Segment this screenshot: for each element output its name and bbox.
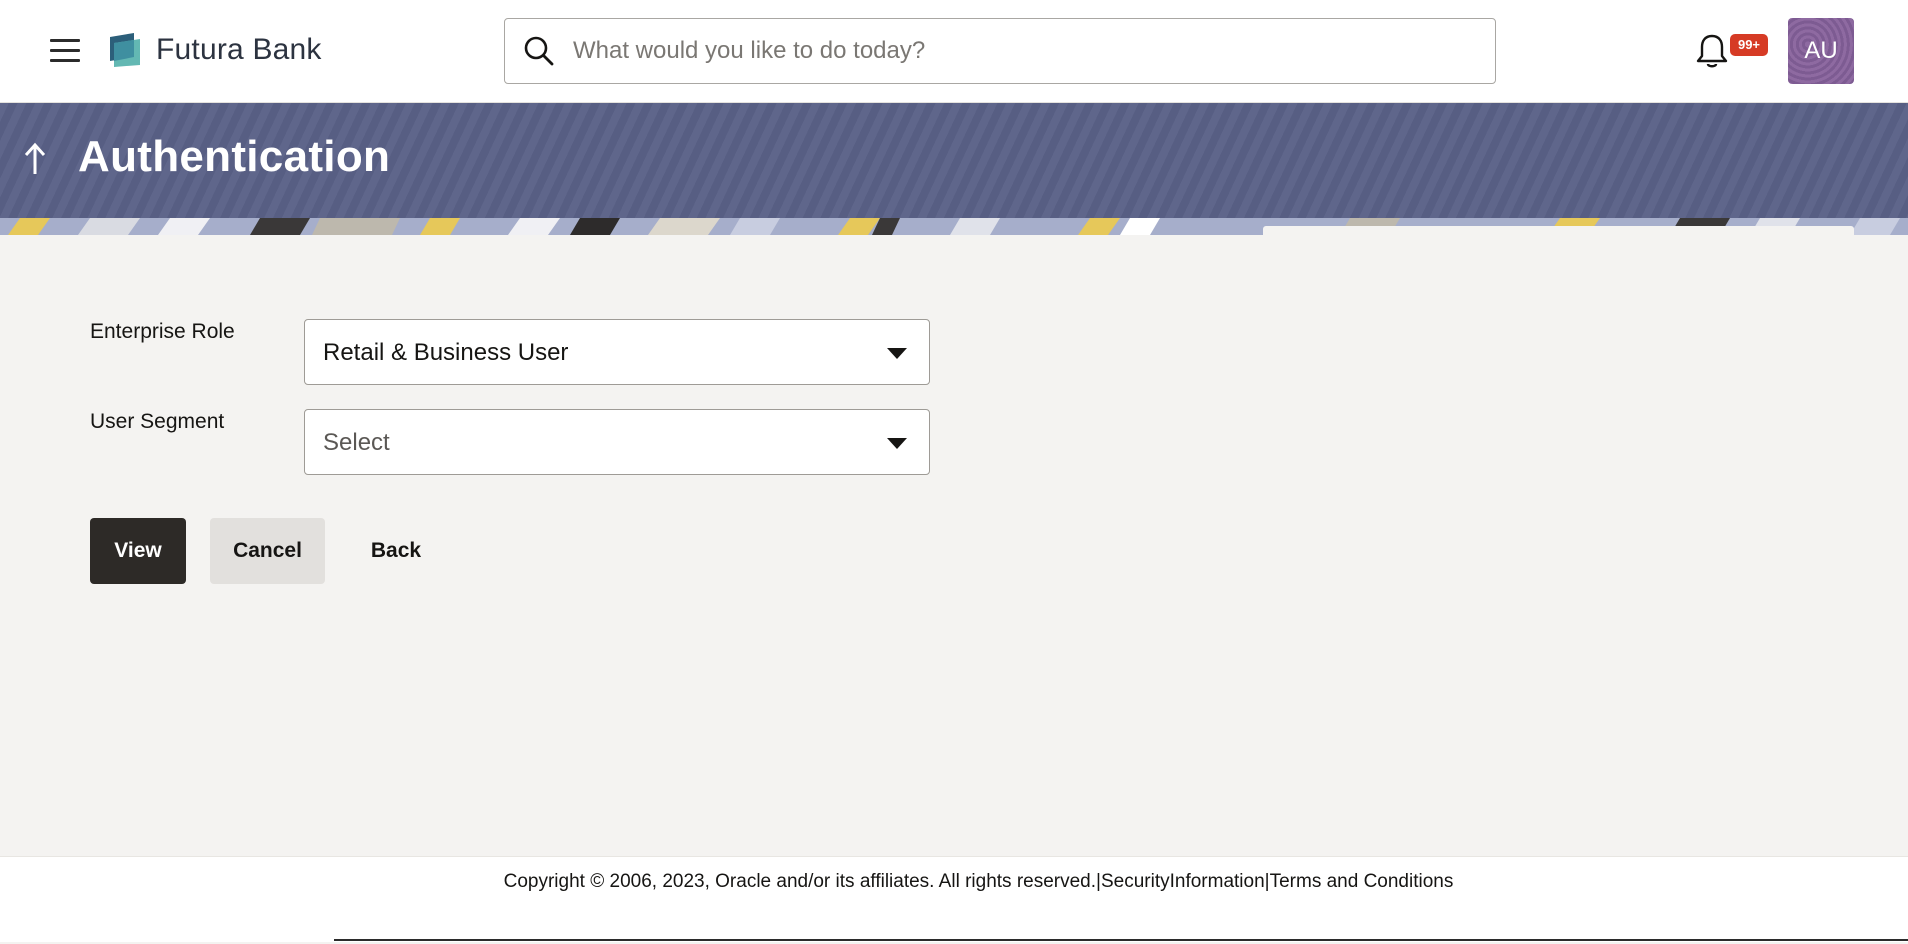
search-icon (524, 36, 554, 66)
page-footer (0, 856, 1908, 942)
bank-logo-icon (110, 33, 140, 67)
user-avatar[interactable]: AU (1788, 18, 1854, 84)
footer-text: Copyright © 2006, 2023, Oracle and/or it… (0, 871, 1908, 893)
enterprise-role-label: Enterprise Role (90, 320, 235, 343)
arrow-up-icon[interactable] (20, 140, 50, 180)
caret-down-icon (887, 438, 907, 449)
notification-bell-icon[interactable] (1694, 32, 1730, 70)
content-card-edge (1263, 226, 1854, 235)
enterprise-role-select[interactable]: Retail & Business User (304, 319, 930, 385)
footer-divider (334, 939, 1908, 941)
user-segment-select[interactable]: Select (304, 409, 930, 475)
brand-name: Futura Bank (156, 33, 322, 66)
global-search[interactable] (504, 18, 1496, 84)
view-button[interactable]: View (90, 518, 186, 584)
caret-down-icon (887, 348, 907, 359)
back-button[interactable]: Back (350, 518, 442, 584)
notification-count-badge: 99+ (1730, 34, 1768, 56)
terms-and-conditions-link[interactable]: Terms and Conditions (1270, 871, 1454, 892)
security-information-link[interactable]: SecurityInformation (1101, 871, 1265, 892)
page-title: Authentication (78, 132, 391, 181)
user-segment-value: Select (323, 429, 390, 456)
cancel-button[interactable]: Cancel (210, 518, 325, 584)
hamburger-menu-icon[interactable] (46, 33, 86, 69)
brand-logo[interactable]: Futura Bank (108, 30, 322, 70)
enterprise-role-value: Retail & Business User (323, 339, 569, 366)
copyright-text: Copyright © 2006, 2023, Oracle and/or it… (503, 871, 1097, 892)
user-segment-label: User Segment (90, 410, 225, 433)
search-input[interactable] (571, 29, 1471, 73)
top-header: Futura Bank 99+ AU (0, 0, 1908, 103)
